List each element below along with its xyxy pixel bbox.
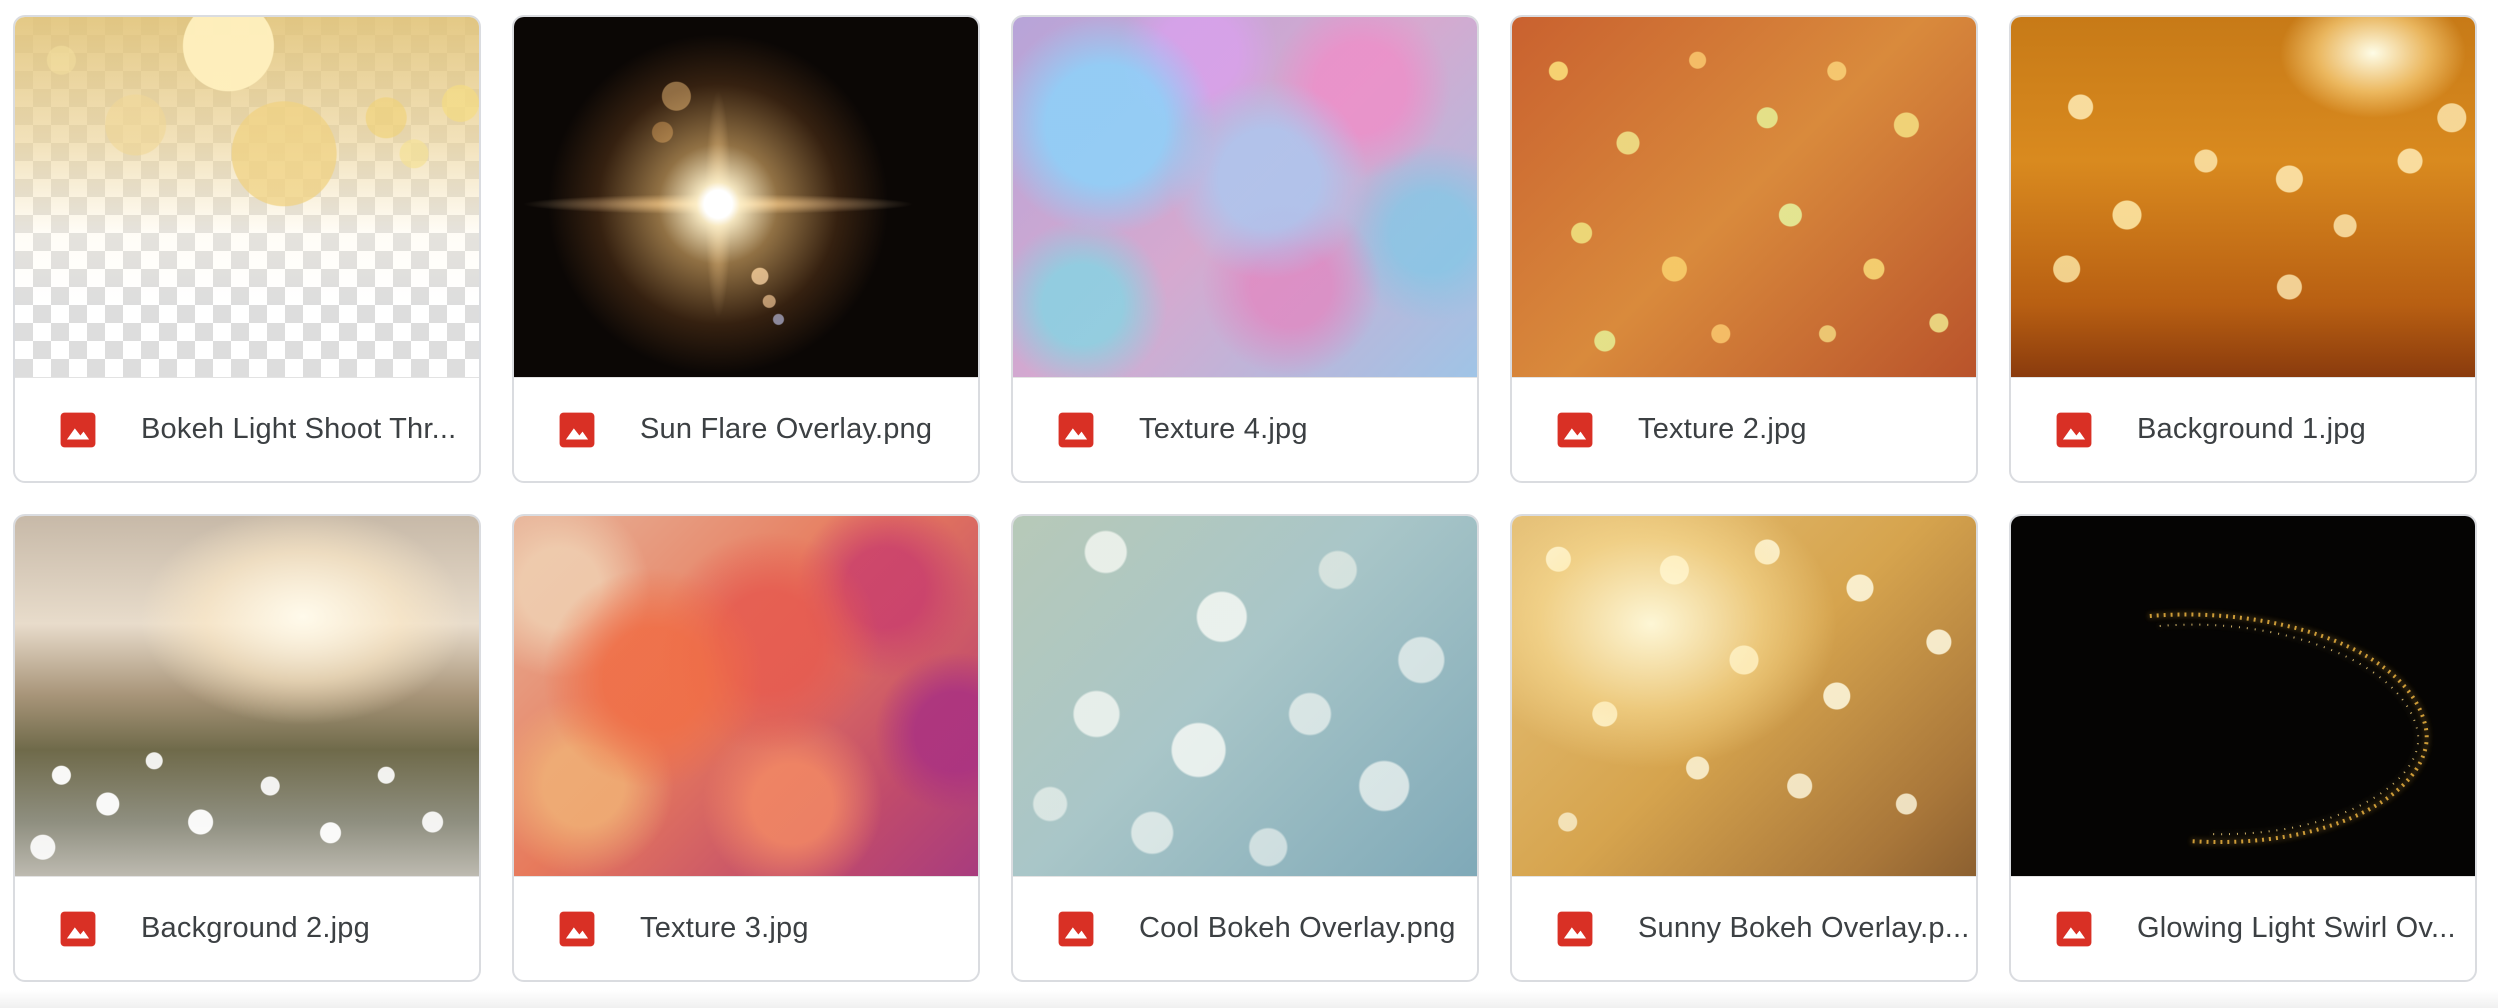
file-card-bokeh-light-shoot[interactable]: Bokeh Light Shoot Thr... [13, 15, 481, 483]
file-caption[interactable]: Cool Bokeh Overlay.png [1013, 876, 1477, 980]
file-card-background-1[interactable]: Background 1.jpg [2009, 15, 2477, 483]
file-thumbnail[interactable] [1013, 516, 1477, 876]
image-file-icon [1058, 412, 1094, 447]
file-name: Glowing Light Swirl Ov... [2137, 912, 2456, 944]
bottom-scroll-shadow [0, 990, 2498, 1008]
file-name: Texture 2.jpg [1638, 413, 1807, 445]
file-caption[interactable]: Glowing Light Swirl Ov... [2011, 876, 2475, 980]
file-caption[interactable]: Texture 3.jpg [514, 876, 978, 980]
file-card-sunny-bokeh-overlay[interactable]: Sunny Bokeh Overlay.p... [1510, 514, 1978, 982]
file-name: Cool Bokeh Overlay.png [1139, 912, 1456, 944]
file-caption[interactable]: Background 1.jpg [2011, 377, 2475, 481]
file-thumbnail[interactable] [1512, 17, 1976, 377]
file-card-texture-4[interactable]: Texture 4.jpg [1011, 15, 1479, 483]
file-card-cool-bokeh-overlay[interactable]: Cool Bokeh Overlay.png [1011, 514, 1479, 982]
file-caption[interactable]: Sunny Bokeh Overlay.p... [1512, 876, 1976, 980]
file-grid: Bokeh Light Shoot Thr... Sun Flare Overl… [13, 15, 2477, 982]
file-caption[interactable]: Bokeh Light Shoot Thr... [15, 377, 479, 481]
file-name: Background 1.jpg [2137, 413, 2366, 445]
file-name: Sun Flare Overlay.png [640, 413, 933, 445]
file-caption[interactable]: Texture 2.jpg [1512, 377, 1976, 481]
image-file-icon [1058, 911, 1094, 946]
file-card-texture-3[interactable]: Texture 3.jpg [512, 514, 980, 982]
image-file-icon [2056, 911, 2092, 946]
file-name: Texture 3.jpg [640, 912, 809, 944]
file-card-background-2[interactable]: Background 2.jpg [13, 514, 481, 982]
file-card-glowing-light-swirl[interactable]: Glowing Light Swirl Ov... [2009, 514, 2477, 982]
file-card-texture-2[interactable]: Texture 2.jpg [1510, 15, 1978, 483]
file-thumbnail[interactable] [15, 516, 479, 876]
file-thumbnail[interactable] [1512, 516, 1976, 876]
light-swirl-graphic [2149, 612, 2429, 844]
file-caption[interactable]: Texture 4.jpg [1013, 377, 1477, 481]
file-thumbnail[interactable] [514, 516, 978, 876]
file-thumbnail[interactable] [15, 17, 479, 377]
file-thumbnail[interactable] [1013, 17, 1477, 377]
image-file-icon [2056, 412, 2092, 447]
image-file-icon [559, 412, 595, 447]
file-thumbnail[interactable] [2011, 516, 2475, 876]
image-file-icon [60, 911, 96, 946]
file-name: Texture 4.jpg [1139, 413, 1308, 445]
image-file-icon [1557, 911, 1593, 946]
file-name: Background 2.jpg [141, 912, 370, 944]
image-file-icon [60, 412, 96, 447]
file-thumbnail[interactable] [514, 17, 978, 377]
file-caption[interactable]: Background 2.jpg [15, 876, 479, 980]
image-file-icon [559, 911, 595, 946]
file-caption[interactable]: Sun Flare Overlay.png [514, 377, 978, 481]
file-name: Sunny Bokeh Overlay.p... [1638, 912, 1970, 944]
file-thumbnail[interactable] [2011, 17, 2475, 377]
file-name: Bokeh Light Shoot Thr... [141, 413, 457, 445]
file-card-sun-flare-overlay[interactable]: Sun Flare Overlay.png [512, 15, 980, 483]
image-file-icon [1557, 412, 1593, 447]
